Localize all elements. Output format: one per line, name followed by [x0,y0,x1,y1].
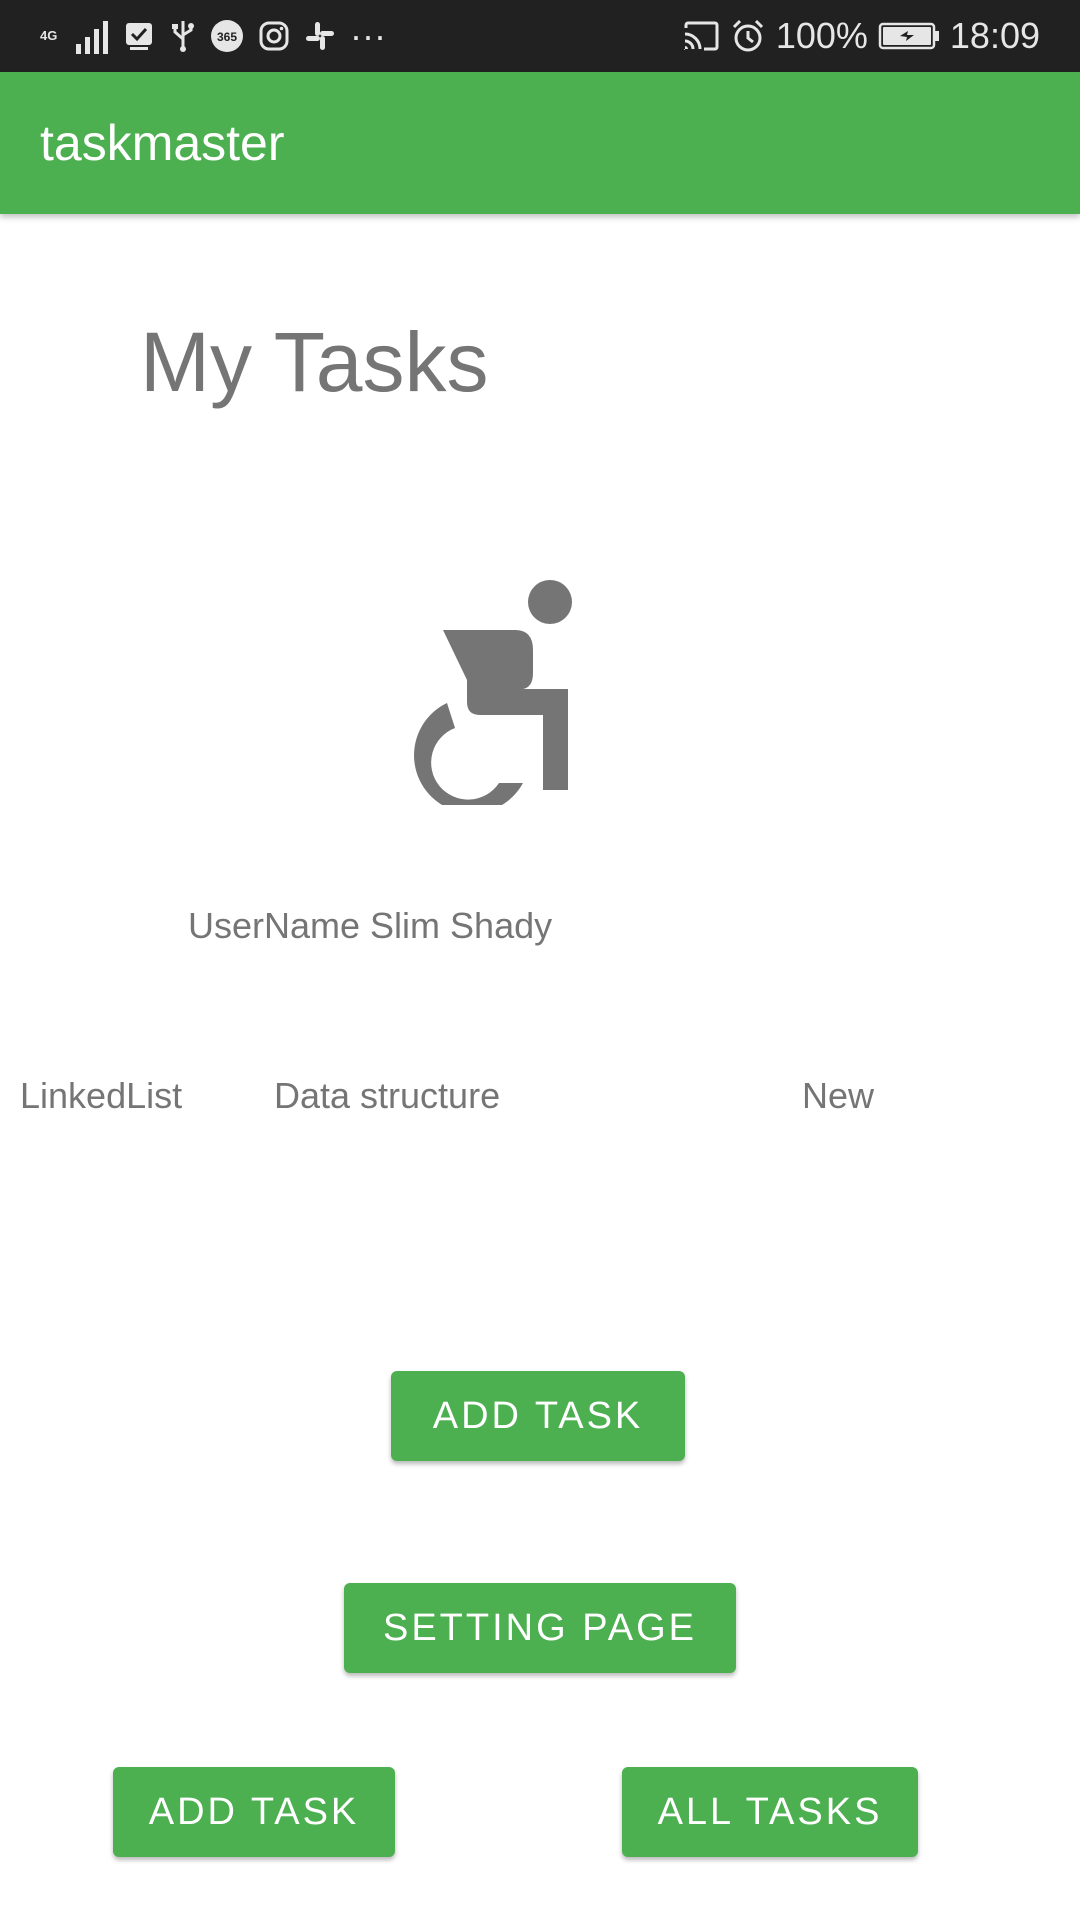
all-tasks-button[interactable]: ALL TASKS [622,1767,918,1857]
alarm-icon [730,18,766,54]
signal-icon [76,18,110,54]
status-bar-left: 4G 365 ··· [40,0,386,72]
status-bar-right: 100% 18:09 [682,0,1040,72]
status-bar: 4G 365 ··· 100% 18:09 [0,0,1080,72]
task-state: New [802,1075,875,1116]
svg-text:365: 365 [217,30,237,44]
setting-page-button[interactable]: SETTING PAGE [344,1583,736,1673]
battery-percent: 100% [775,15,868,56]
screen: 4G 365 ··· 100% 18:09 taskmaster My Task… [0,0,1080,1920]
more-icon: ··· [350,15,386,56]
cast-icon [682,20,720,52]
battery-icon [878,21,940,51]
app-title: taskmaster [40,115,285,171]
page-title: My Tasks [140,315,489,409]
slack-icon [304,20,336,52]
add-task-button[interactable]: ADD TASK [391,1371,685,1461]
accessible-icon [414,580,572,805]
checkbox-icon [124,20,156,52]
task-body: Data structure [274,1075,501,1116]
username-label: UserName Slim Shady [188,905,553,946]
clock: 18:09 [949,15,1040,56]
network-type-label: 4G [40,28,58,43]
usb-icon [170,19,196,53]
task-title: LinkedList [20,1075,183,1116]
instagram-icon [258,20,290,52]
app-bar: taskmaster [0,72,1080,214]
app-365-icon: 365 [210,19,244,53]
add-task-bottom-button[interactable]: ADD TASK [113,1767,395,1857]
